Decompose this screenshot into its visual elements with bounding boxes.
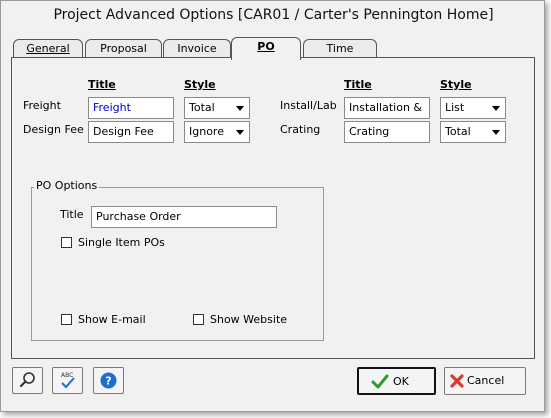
cancel-button[interactable]: Cancel — [444, 367, 526, 395]
tab-general[interactable]: General — [13, 39, 83, 58]
help-icon: ? — [100, 372, 117, 389]
chevron-down-icon — [236, 130, 244, 135]
po-title-label: Title — [60, 208, 84, 221]
cancel-button-label: Cancel — [467, 374, 505, 387]
help-button[interactable]: ? — [93, 367, 124, 394]
freight-label: Freight — [23, 99, 61, 112]
freight-title-field[interactable]: Freight — [88, 97, 174, 119]
ok-button-label: OK — [393, 375, 409, 388]
chevron-down-icon — [236, 106, 244, 111]
right-title-header: Title — [344, 78, 372, 91]
install-lab-style-select[interactable]: List — [440, 97, 506, 119]
show-email-checkbox[interactable] — [61, 314, 72, 325]
design-fee-title-field[interactable]: Design Fee — [88, 121, 174, 143]
close-icon — [450, 374, 464, 388]
crating-label: Crating — [280, 123, 321, 136]
tab-proposal[interactable]: Proposal — [85, 39, 162, 58]
show-website-checkbox[interactable] — [193, 314, 204, 325]
design-fee-style-select[interactable]: Ignore — [184, 121, 250, 143]
left-title-header: Title — [88, 78, 116, 91]
magnifier-icon — [19, 372, 35, 388]
chevron-down-icon — [492, 106, 500, 111]
single-item-pos-label: Single Item POs — [78, 236, 165, 249]
freight-style-select[interactable]: Total — [184, 97, 250, 119]
install-lab-label: Install/Lab — [280, 99, 337, 112]
right-style-header: Style — [440, 78, 472, 91]
show-website-label: Show Website — [210, 313, 288, 326]
single-item-pos-checkbox[interactable] — [61, 237, 72, 248]
svg-text:?: ? — [105, 375, 111, 388]
tab-invoice[interactable]: Invoice — [163, 39, 231, 58]
crating-title-field[interactable]: Crating — [344, 121, 430, 143]
tab-po[interactable]: PO — [231, 37, 301, 60]
po-title-field[interactable]: Purchase Order — [91, 206, 277, 228]
svg-text:ABC: ABC — [61, 372, 73, 379]
window-title: Project Advanced Options [CAR01 / Carter… — [53, 7, 494, 23]
search-button[interactable] — [12, 367, 43, 394]
spellcheck-icon: ABC — [61, 372, 75, 389]
left-style-header: Style — [184, 78, 216, 91]
spellcheck-button[interactable]: ABC — [52, 367, 83, 394]
dialog-window: Project Advanced Options [CAR01 / Carter… — [0, 0, 545, 412]
design-fee-label: Design Fee — [23, 123, 84, 136]
crating-style-select[interactable]: Total — [440, 121, 506, 143]
tab-time[interactable]: Time — [303, 39, 377, 58]
chevron-down-icon — [492, 130, 500, 135]
install-lab-title-field[interactable]: Installation & — [344, 97, 430, 119]
ok-button[interactable]: OK — [357, 367, 436, 395]
checkmark-icon — [371, 374, 389, 389]
po-options-group-label: PO Options — [34, 179, 100, 192]
show-email-label: Show E-mail — [78, 313, 146, 326]
